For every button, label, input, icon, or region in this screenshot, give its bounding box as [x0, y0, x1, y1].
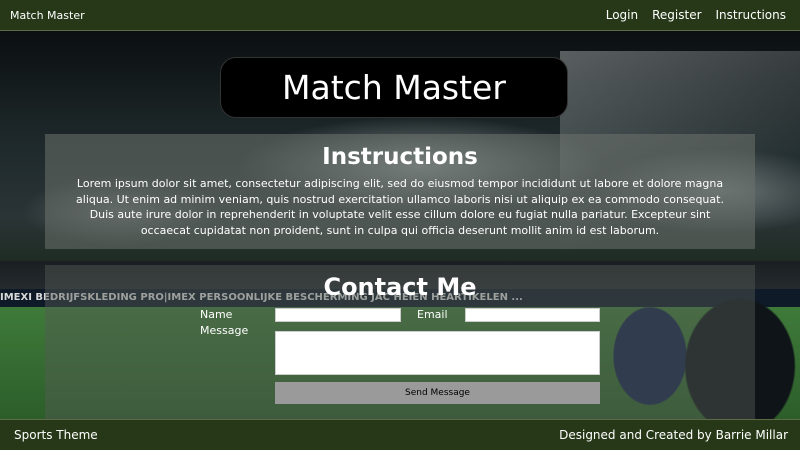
top-navbar: Match Master Login Register Instructions: [0, 0, 800, 31]
title-badge: Match Master: [220, 57, 568, 118]
email-input[interactable]: [465, 308, 600, 322]
nav-login-link[interactable]: Login: [606, 0, 638, 31]
contact-heading: Contact Me: [323, 273, 477, 301]
message-label: Message: [200, 324, 249, 337]
contact-panel: Contact Me Name Email Message Send Messa…: [45, 265, 755, 419]
navbar-brand[interactable]: Match Master: [10, 0, 85, 31]
name-label: Name: [200, 308, 233, 321]
message-textarea[interactable]: [275, 331, 600, 375]
instructions-panel: Instructions Lorem ipsum dolor sit amet,…: [45, 134, 755, 249]
page-title: Match Master: [282, 68, 506, 107]
send-message-button[interactable]: Send Message: [275, 382, 600, 404]
nav-register-link[interactable]: Register: [652, 0, 701, 31]
navbar-links: Login Register Instructions: [606, 0, 786, 31]
nav-instructions-link[interactable]: Instructions: [716, 0, 786, 31]
footer-credit-text: Designed and Created by Barrie Millar: [559, 428, 788, 442]
instructions-text: Lorem ipsum dolor sit amet, consectetur …: [76, 177, 724, 237]
footer-bar: Sports Theme Designed and Created by Bar…: [0, 419, 800, 450]
name-input[interactable]: [275, 308, 401, 322]
footer-theme-text: Sports Theme: [14, 428, 98, 442]
instructions-heading: Instructions: [322, 144, 478, 170]
email-label: Email: [417, 308, 448, 321]
